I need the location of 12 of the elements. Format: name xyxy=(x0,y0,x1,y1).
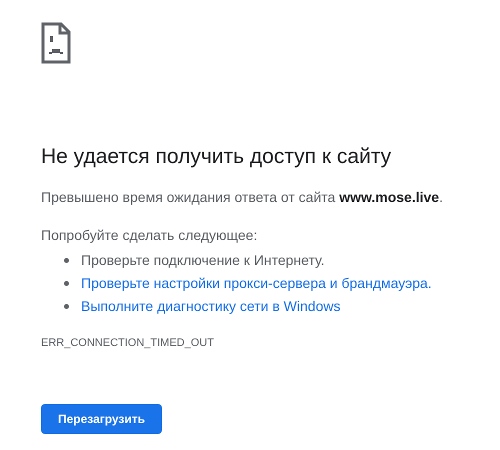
suggestion-link[interactable]: Выполните диагностику сети в Windows xyxy=(81,296,340,316)
error-description: Превышено время ожидания ответа от сайта www.mose.live. xyxy=(41,188,443,207)
error-code: ERR_CONNECTION_TIMED_OUT xyxy=(41,337,214,349)
sad-page-icon xyxy=(41,22,71,64)
suggestions-title: Попробуйте сделать следующее: xyxy=(41,226,258,245)
bullet-icon xyxy=(64,304,69,308)
bullet-icon xyxy=(64,280,69,286)
suggestion-text: Проверьте подключение к Интернету. xyxy=(81,251,325,270)
error-heading: Не удается получить доступ к сайту xyxy=(41,144,392,170)
bullet-icon xyxy=(64,258,69,262)
reload-button[interactable]: Перезагрузить xyxy=(41,404,162,434)
suggestion-link[interactable]: Проверьте настройки прокси-сервера и брандмауэра. xyxy=(81,273,432,293)
